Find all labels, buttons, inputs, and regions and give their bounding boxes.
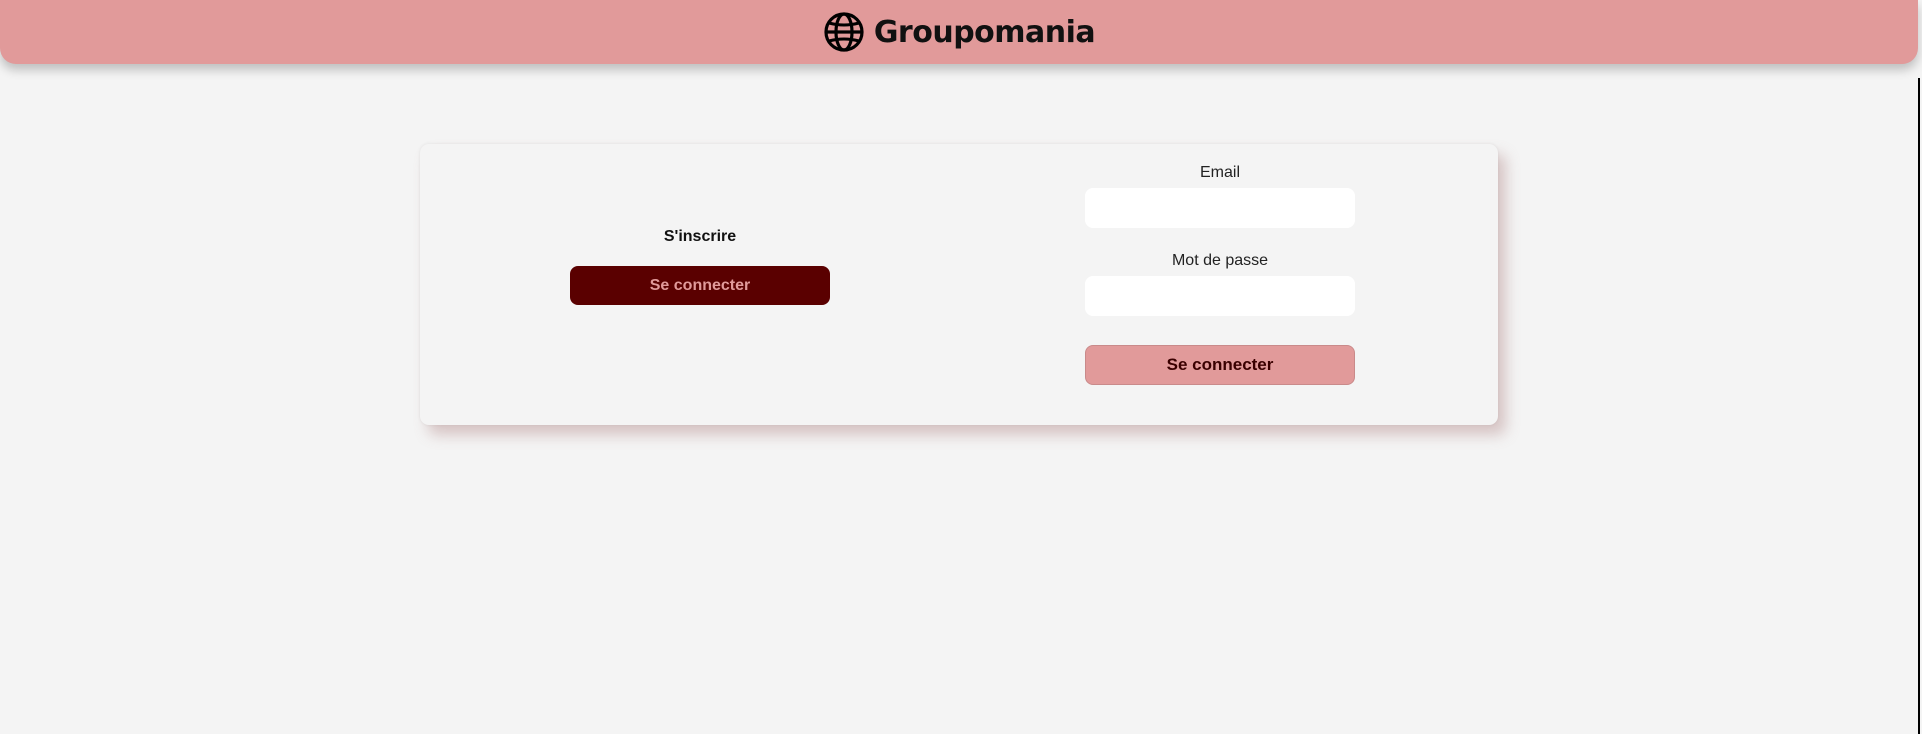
email-group: Email — [1085, 164, 1355, 228]
login-submit-button[interactable]: Se connecter — [1085, 345, 1355, 385]
signup-link[interactable]: S'inscrire — [570, 228, 830, 246]
app-header: Groupomania — [0, 0, 1918, 64]
password-label: Mot de passe — [1171, 252, 1269, 269]
scrollbar-edge — [1918, 78, 1920, 734]
login-form: Email Mot de passe Se connecter — [1085, 164, 1355, 385]
password-field[interactable] — [1085, 276, 1355, 316]
switch-login-button[interactable]: Se connecter — [570, 266, 830, 305]
globe-icon — [823, 11, 865, 53]
brand[interactable]: Groupomania — [823, 11, 1096, 53]
password-group: Mot de passe — [1085, 252, 1355, 316]
brand-name: Groupomania — [873, 14, 1096, 50]
auth-card: S'inscrire Se connecter Email Mot de pas… — [420, 144, 1498, 425]
email-field[interactable] — [1085, 188, 1355, 228]
signup-section: S'inscrire Se connecter — [570, 228, 830, 305]
email-label: Email — [1199, 164, 1240, 181]
